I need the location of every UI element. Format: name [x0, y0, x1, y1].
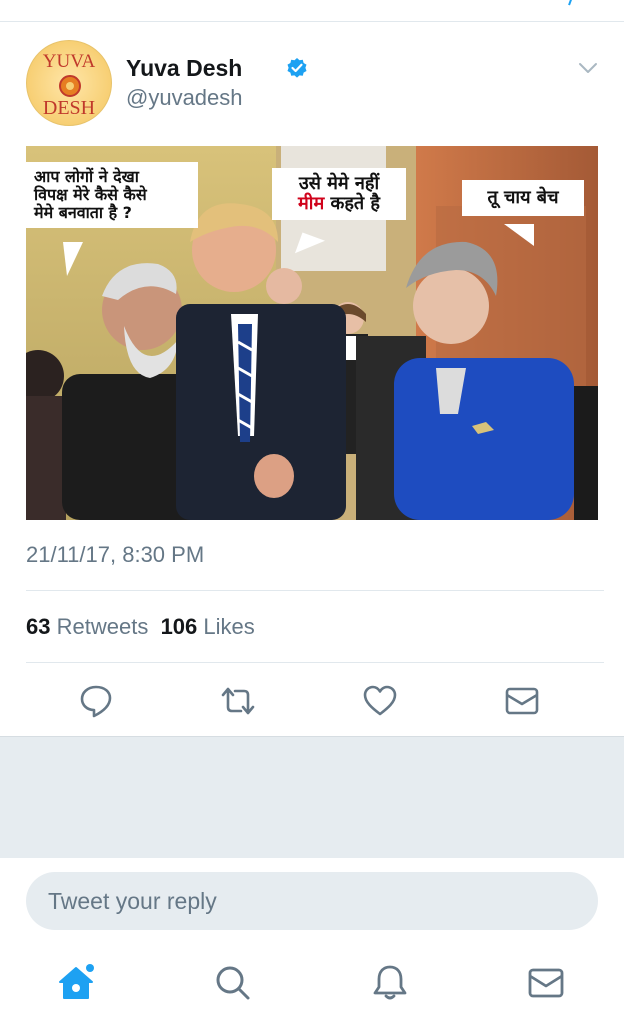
- empty-replies-area: [0, 736, 624, 858]
- divider-top: [26, 590, 604, 591]
- speech-bubble-center-line-2: मीम कहते है: [280, 194, 398, 214]
- speech-bubble-center-rest: कहते है: [324, 193, 380, 215]
- speech-bubble-left: आप लोगों ने देखा विपक्ष मेरे कैसे कैसे म…: [26, 162, 198, 228]
- speech-bubble-center: उसे मेमे नहीं मीम कहते है: [272, 168, 406, 221]
- avatar-text-bottom: DESH: [42, 97, 96, 119]
- handle[interactable]: @yuvadesh: [126, 85, 243, 111]
- reply-bar: Tweet your reply: [0, 858, 624, 942]
- verified-badge-icon: [287, 58, 307, 78]
- bell-icon[interactable]: [370, 962, 410, 1002]
- tweet-actions: [0, 683, 624, 719]
- retweet-icon[interactable]: [220, 683, 256, 719]
- retweets-count[interactable]: 63: [26, 614, 50, 639]
- reply-input[interactable]: Tweet your reply: [26, 872, 598, 930]
- avatar-emblem-icon: [59, 75, 81, 97]
- home-icon[interactable]: [56, 962, 96, 1002]
- tweet-timestamp: 21/11/17, 8:30 PM: [26, 542, 205, 567]
- bottom-tab-bar: [0, 946, 624, 1024]
- speech-bubble-center-red-word: मीम: [298, 193, 325, 215]
- messages-envelope-icon[interactable]: [526, 962, 566, 1002]
- envelope-icon[interactable]: [504, 683, 540, 719]
- likes-count[interactable]: 106: [161, 614, 198, 639]
- tweet-stats: 63 Retweets 106 Likes: [26, 614, 255, 640]
- speech-bubble-center-line-1: उसे मेमे नहीं: [298, 173, 380, 194]
- search-icon[interactable]: [212, 962, 252, 1002]
- top-strip-edge: [560, 0, 574, 6]
- speech-bubble-right-tail: [504, 224, 534, 246]
- speech-bubble-left-line-2: विपक्ष मेरे कैसे कैसे: [34, 184, 147, 204]
- reply-placeholder: Tweet your reply: [48, 888, 217, 914]
- speech-bubble-right: तू चाय बेच: [462, 180, 584, 217]
- speech-bubble-left-line-1: आप लोगों ने देखा: [34, 167, 139, 186]
- display-name[interactable]: Yuva Desh: [126, 55, 242, 82]
- chevron-down-icon[interactable]: [578, 58, 598, 78]
- divider-bottom: [26, 662, 604, 663]
- tweet-photo[interactable]: आप लोगों ने देखा विपक्ष मेरे कैसे कैसे म…: [26, 146, 598, 520]
- likes-label[interactable]: Likes: [203, 614, 254, 639]
- tweet-header: YUVA DESH Yuva Desh @yuvadesh: [26, 40, 606, 130]
- avatar[interactable]: YUVA DESH: [26, 40, 112, 126]
- retweets-label[interactable]: Retweets: [57, 614, 149, 639]
- heart-icon[interactable]: [362, 683, 398, 719]
- avatar-text-top: YUVA: [42, 51, 96, 72]
- top-strip: [0, 0, 624, 22]
- speech-bubble-left-line-3: मेमे बनवाता है ?: [34, 202, 132, 222]
- reply-bubble-icon[interactable]: [78, 683, 114, 719]
